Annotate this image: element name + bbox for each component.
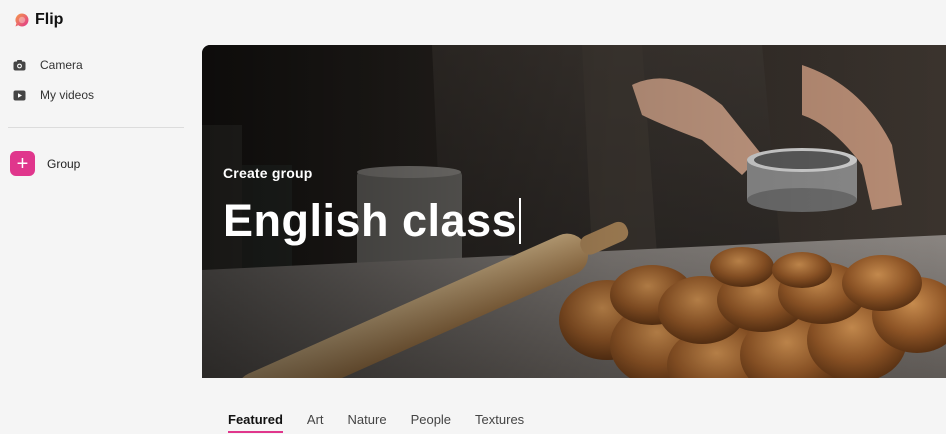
group-cover-banner[interactable]: Create group English class bbox=[202, 45, 946, 378]
hero-text: Create group English class bbox=[223, 165, 522, 247]
add-group-button[interactable]: + Group bbox=[0, 151, 190, 176]
sidebar: Camera My videos + Group bbox=[0, 50, 190, 176]
top-bar: Flip bbox=[0, 0, 946, 40]
text-cursor bbox=[519, 198, 522, 244]
camera-icon bbox=[13, 59, 26, 70]
group-name-text: English class bbox=[223, 195, 518, 246]
tab-textures[interactable]: Textures bbox=[475, 412, 524, 431]
tab-nature[interactable]: Nature bbox=[348, 412, 387, 431]
brand-name: Flip bbox=[35, 11, 64, 28]
group-label: Group bbox=[47, 156, 81, 171]
sidebar-item-camera[interactable]: Camera bbox=[0, 50, 190, 80]
tab-people[interactable]: People bbox=[411, 412, 451, 431]
hero-subtitle: Create group bbox=[223, 165, 313, 181]
flip-logo-icon bbox=[15, 13, 29, 27]
sidebar-item-my-videos[interactable]: My videos bbox=[0, 80, 190, 110]
cover-category-tabs: Featured Art Nature People Textures bbox=[228, 412, 524, 433]
brand[interactable]: Flip bbox=[14, 11, 63, 29]
video-icon bbox=[13, 90, 26, 100]
flip-app: Flip Camera My videos + Group Create gro… bbox=[0, 0, 946, 434]
sidebar-divider bbox=[8, 127, 184, 128]
group-name-input[interactable]: English class bbox=[223, 195, 522, 247]
tab-art[interactable]: Art bbox=[307, 412, 324, 431]
sidebar-item-label: My videos bbox=[40, 88, 95, 102]
tab-featured[interactable]: Featured bbox=[228, 412, 283, 433]
sidebar-item-label: Camera bbox=[40, 58, 83, 72]
plus-icon: + bbox=[10, 151, 35, 176]
